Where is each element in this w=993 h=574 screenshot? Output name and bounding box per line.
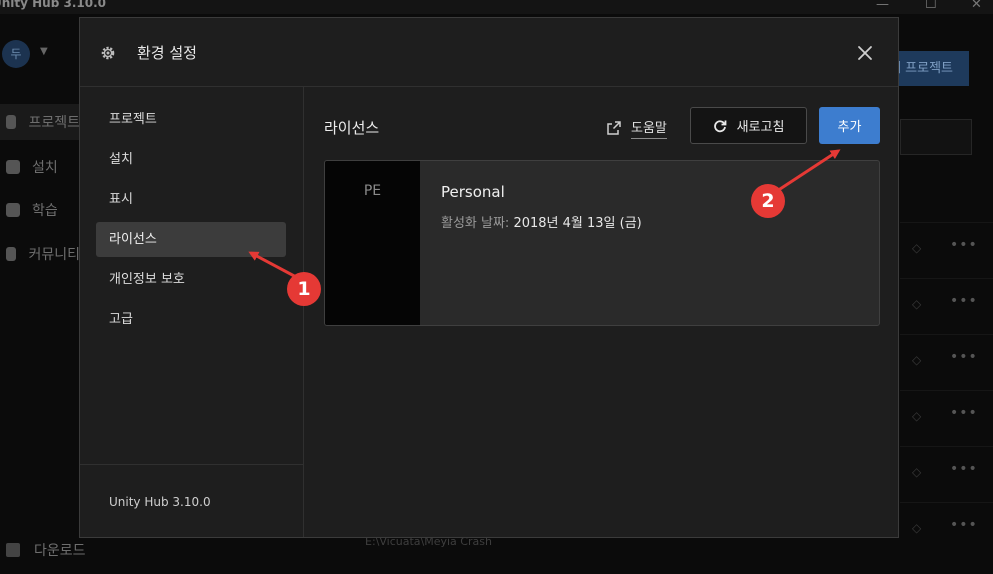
- sidebar-item-advanced[interactable]: 고급: [96, 302, 286, 337]
- more-icon[interactable]: •••: [950, 237, 978, 253]
- nav-label: 커뮤니티: [28, 247, 80, 263]
- cube-icon: [6, 115, 17, 129]
- sidebar-item-appearance[interactable]: 표시: [96, 182, 286, 217]
- refresh-icon: [713, 119, 726, 132]
- project-row[interactable]: ◇ •••: [900, 278, 993, 335]
- more-icon[interactable]: •••: [950, 461, 978, 477]
- dialog-title: 환경 설정: [137, 44, 197, 62]
- more-icon[interactable]: •••: [950, 349, 978, 365]
- activation-date-label: 활성화 날짜:: [441, 216, 510, 231]
- chevron-icon[interactable]: ◇: [912, 521, 921, 535]
- license-abbrev: PE: [363, 183, 382, 199]
- section-title: 라이선스: [324, 119, 380, 137]
- sidebar-item-installs[interactable]: 설치: [96, 142, 286, 177]
- window-title: Unity Hub 3.10.0: [0, 0, 107, 10]
- license-card[interactable]: PE Personal 활성화 날짜: 2018년 4월 13일 (금): [324, 160, 880, 326]
- project-row[interactable]: ◇ •••: [900, 446, 993, 503]
- nav-label: 학습: [32, 203, 58, 219]
- project-row[interactable]: ◇ •••: [900, 390, 993, 447]
- project-search-input[interactable]: [900, 119, 972, 155]
- sidebar-item-privacy[interactable]: 개인정보 보호: [96, 262, 286, 297]
- chevron-icon[interactable]: ◇: [912, 297, 921, 311]
- nav-item-community[interactable]: 커뮤니티: [0, 236, 80, 272]
- project-row[interactable]: ◇ •••: [900, 334, 993, 391]
- gear-icon: [101, 46, 115, 60]
- refresh-button[interactable]: 새로고침: [690, 107, 807, 144]
- annotation-marker-1: 1: [287, 272, 321, 306]
- license-thumbnail: PE: [325, 161, 420, 325]
- project-row[interactable]: ◇ •••: [900, 502, 993, 559]
- help-label: 도움말: [631, 117, 667, 139]
- help-link[interactable]: 도움말: [606, 116, 667, 140]
- close-icon[interactable]: [854, 42, 876, 64]
- sidebar-item-projects[interactable]: 프로젝트: [96, 102, 286, 137]
- activation-date: 활성화 날짜: 2018년 4월 13일 (금): [441, 212, 642, 231]
- chevron-icon[interactable]: ◇: [912, 241, 921, 255]
- activation-date-value: 2018년 4월 13일 (금): [513, 216, 642, 231]
- licenses-panel: 라이선스 도움말 새로고침 추가 PE Personal 활성화 날짜: 201…: [304, 87, 898, 537]
- downloads-label: 다운로드: [34, 543, 86, 559]
- learn-icon: [6, 203, 20, 217]
- sidebar-item-licenses[interactable]: 라이선스: [96, 222, 286, 257]
- avatar[interactable]: 두: [2, 40, 30, 68]
- nav-item-projects[interactable]: 프로젝트: [0, 104, 80, 140]
- more-icon[interactable]: •••: [950, 293, 978, 309]
- settings-sidebar: 프로젝트 설치 표시 라이선스 개인정보 보호 고급 Unity Hub 3.1…: [80, 87, 304, 537]
- close-window-icon[interactable]: ✕: [971, 0, 982, 12]
- more-icon[interactable]: •••: [950, 517, 978, 533]
- downloads-button[interactable]: 다운로드: [0, 538, 86, 562]
- version-label: Unity Hub 3.10.0: [109, 495, 211, 509]
- chevron-icon[interactable]: ◇: [912, 353, 921, 367]
- nav-item-learn[interactable]: 학습: [0, 192, 80, 228]
- install-icon: [6, 160, 20, 174]
- annotation-marker-2: 2: [751, 184, 785, 218]
- refresh-label: 새로고침: [736, 120, 785, 135]
- dialog-header: 환경 설정: [80, 18, 898, 87]
- license-name: Personal: [441, 183, 505, 201]
- more-icon[interactable]: •••: [950, 405, 978, 421]
- sidebar-divider: [80, 464, 303, 465]
- community-icon: [6, 247, 17, 261]
- download-icon: [6, 543, 20, 557]
- minimize-icon[interactable]: —: [876, 0, 889, 12]
- maximize-icon[interactable]: ☐: [925, 0, 937, 12]
- nav-label: 설치: [32, 160, 58, 176]
- preferences-dialog: 환경 설정 프로젝트 설치 표시 라이선스 개인정보 보호 고급 Unity H…: [79, 17, 899, 538]
- chevron-icon[interactable]: ◇: [912, 465, 921, 479]
- chevron-down-icon[interactable]: ▼: [40, 46, 48, 57]
- add-label: 추가: [837, 120, 862, 135]
- external-link-icon: [607, 121, 621, 135]
- nav-label: 프로젝트: [28, 115, 80, 131]
- add-license-button[interactable]: 추가: [819, 107, 880, 144]
- chevron-icon[interactable]: ◇: [912, 409, 921, 423]
- project-row[interactable]: ◇ •••: [900, 222, 993, 279]
- title-bar: Unity Hub 3.10.0 — ☐ ✕: [0, 0, 993, 14]
- nav-item-installs[interactable]: 설치: [0, 149, 80, 185]
